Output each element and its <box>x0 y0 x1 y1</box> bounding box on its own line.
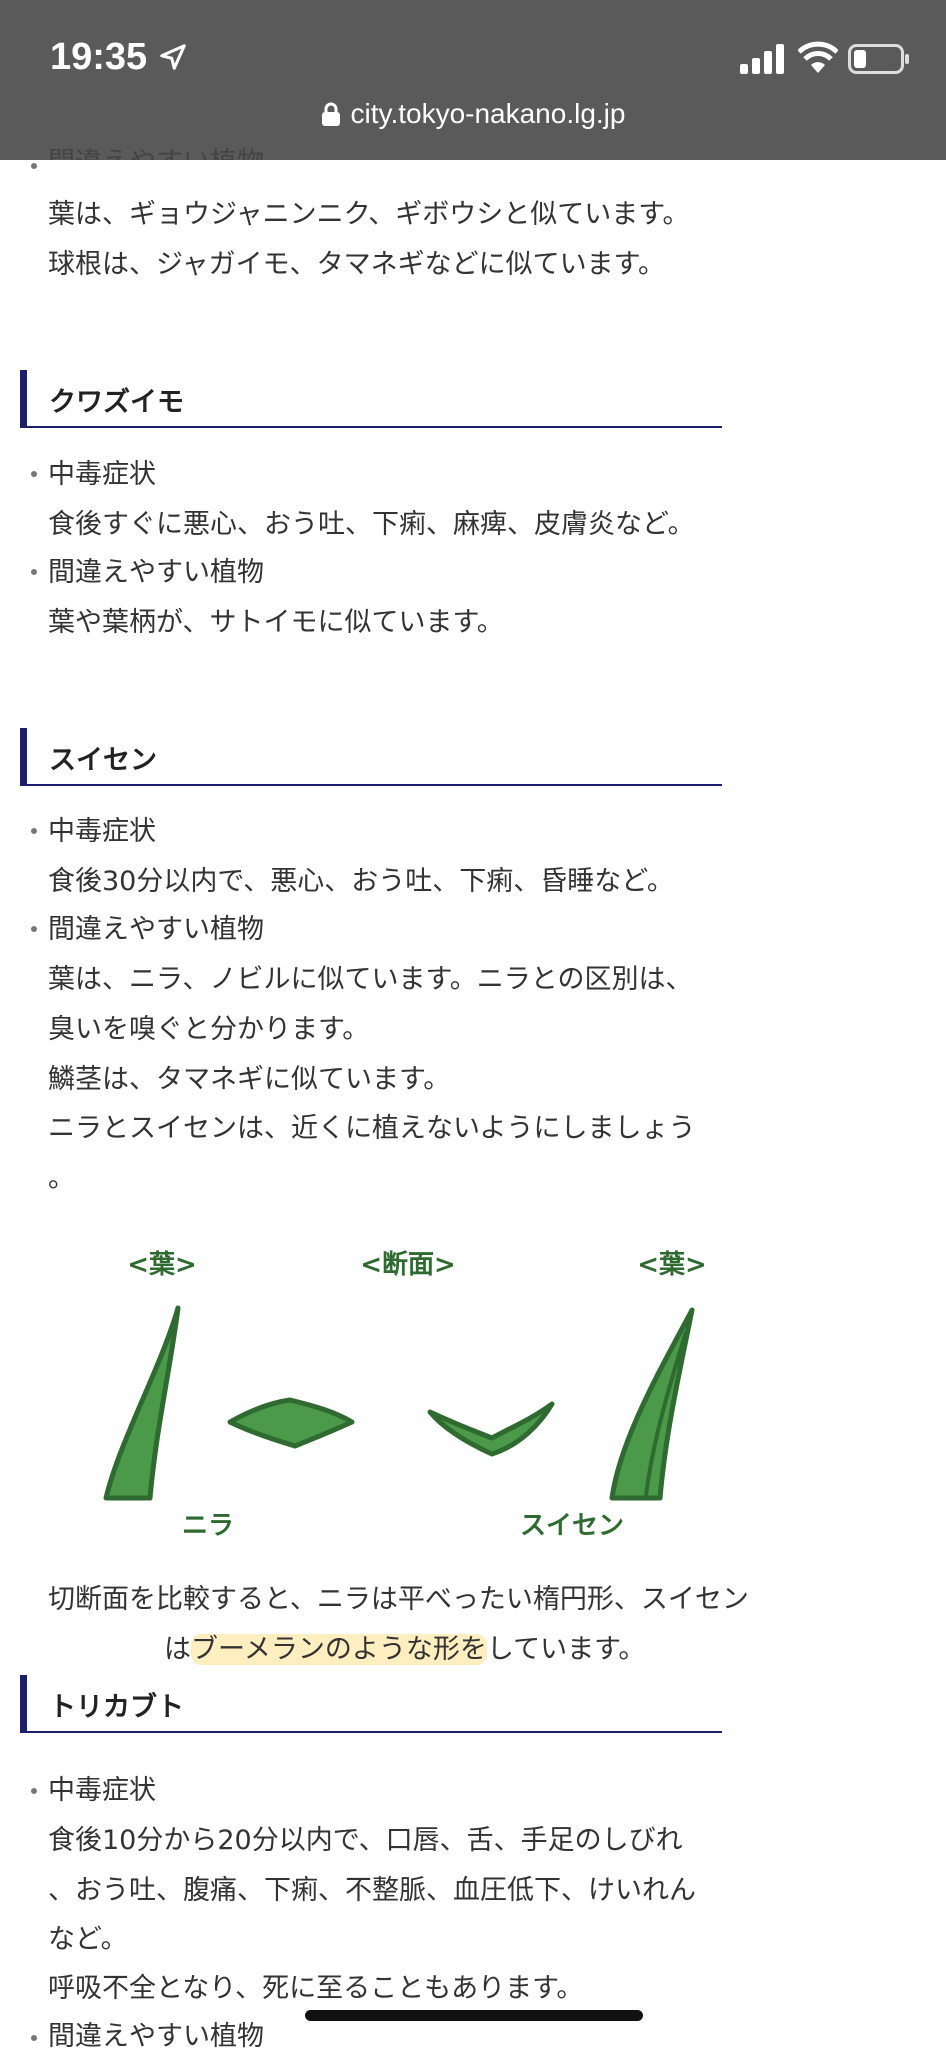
confusion-text: 葉や葉柄が、サトイモに似ています。 <box>48 607 504 638</box>
clock: 19:35 <box>50 36 148 78</box>
confusion-text: 臭いを嗅ぐと分かります。 <box>48 1014 370 1045</box>
suisen-leaf-shape <box>609 1307 695 1501</box>
caption-prefix: は <box>164 1634 191 1665</box>
symptom-text: など。 <box>48 1924 128 1955</box>
lock-icon <box>321 102 340 126</box>
bullet-icon <box>31 926 37 932</box>
figure-caption: 切断面を比較すると、ニラは平べったい楕円形、スイセン <box>48 1584 749 1615</box>
symptom-label: 中毒症状 <box>48 816 156 847</box>
section-heading-suisen: スイセン <box>20 728 722 786</box>
confusion-text: ニラとスイセンは、近くに植えないようにしましょう <box>48 1113 696 1144</box>
label-suisen: スイセン <box>520 1511 624 1540</box>
figure-caption-line2: はブーメランのような形をしています。 <box>164 1627 645 1666</box>
symptom-text: 食後すぐに悪心、おう吐、下痢、麻痺、皮膚炎など。 <box>48 509 695 540</box>
confusion-text: 鱗茎は、タマネギに似ています。 <box>48 1064 451 1095</box>
address-bar[interactable]: city.tokyo-nakano.lg.jp <box>0 98 946 130</box>
suisen-cross-section-shape <box>427 1401 555 1457</box>
caption-suffix: しています。 <box>486 1634 646 1665</box>
label-leaf-left: <葉> <box>127 1250 197 1280</box>
confusion-label: 間違えやすい植物 <box>48 914 264 945</box>
label-nira: ニラ <box>182 1511 234 1540</box>
body-text: 球根は、ジャガイモ、タマネギなどに似ています。 <box>48 249 665 280</box>
nira-cross-section-shape <box>227 1397 355 1449</box>
cut-off-label: 間違えやすい植物 <box>48 146 264 160</box>
symptom-text: 、おう吐、腹痛、下痢、不整脈、血圧低下、けいれん <box>48 1875 696 1906</box>
url-text: city.tokyo-nakano.lg.jp <box>350 98 626 129</box>
confusion-label: 間違えやすい植物 <box>48 2021 264 2052</box>
wifi-icon <box>798 41 838 73</box>
bullet-icon <box>31 471 37 477</box>
bullet-icon <box>31 1788 37 1794</box>
home-indicator[interactable] <box>305 2010 643 2021</box>
label-cross-section: <断面> <box>360 1249 456 1280</box>
confusion-text: 。 <box>48 1163 75 1194</box>
heading-text: トリカブト <box>49 1692 184 1723</box>
symptom-text: 食後30分以内で、悪心、おう吐、下痢、昏睡など。 <box>48 866 674 897</box>
section-heading-kuwazuimo: クワズイモ <box>20 370 722 428</box>
section-heading-torikabuto: トリカブト <box>20 1675 722 1733</box>
confusion-text: 葉は、ニラ、ノビルに似ています。ニラとの区別は、 <box>48 964 693 995</box>
label-leaf-right: <葉> <box>637 1250 707 1280</box>
cellular-signal-icon <box>740 44 784 74</box>
nira-suisen-illustration: <葉> <断面> <葉> ニラ スイセン <box>103 1249 707 1540</box>
caption-highlight: ブーメランのような形を <box>191 1634 487 1665</box>
browser-status-bar: 19:35 city.tokyo-nakano.lg.jp <box>0 0 946 160</box>
battery-icon <box>848 44 909 74</box>
bullet-icon <box>31 828 37 834</box>
body-text: 葉は、ギョウジャニンニク、ギボウシと似ています。 <box>48 199 690 230</box>
bullet-icon <box>31 569 37 575</box>
nira-leaf-shape <box>103 1305 181 1501</box>
heading-text: クワズイモ <box>49 387 184 418</box>
symptom-text: 食後10分から20分以内で、口唇、舌、手足のしびれ <box>48 1825 683 1856</box>
heading-text: スイセン <box>49 745 157 776</box>
symptom-label: 中毒症状 <box>48 459 156 490</box>
location-arrow-icon <box>160 44 186 70</box>
symptom-label: 中毒症状 <box>48 1775 156 1806</box>
bullet-icon <box>31 163 37 169</box>
bullet-icon <box>31 2035 37 2041</box>
confusion-label: 間違えやすい植物 <box>48 557 264 588</box>
symptom-text: 呼吸不全となり、死に至ることもあります。 <box>48 1973 584 2004</box>
